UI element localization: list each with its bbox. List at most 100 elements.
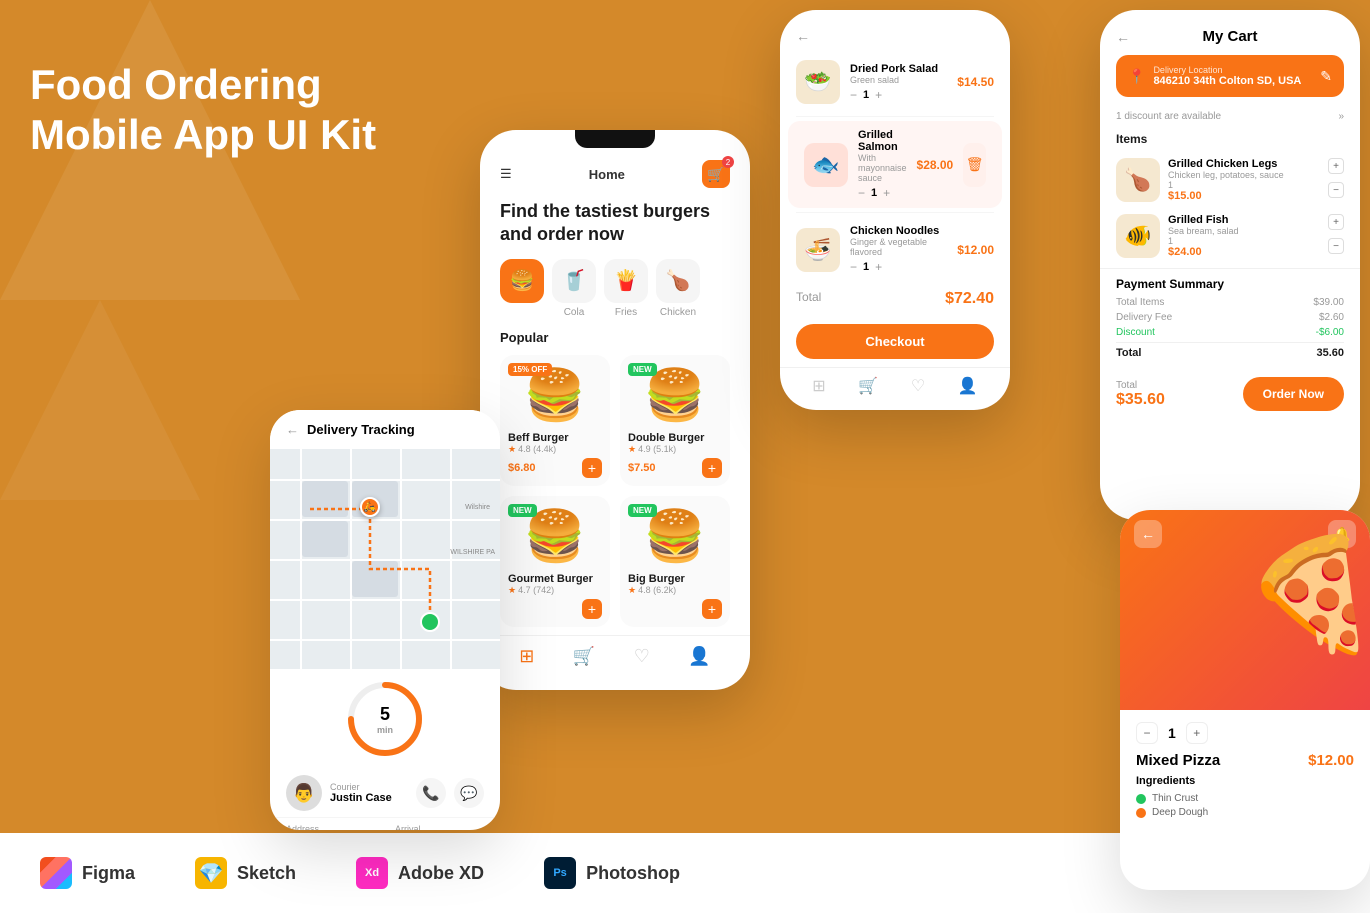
delete-item-2[interactable]: 🗑 <box>963 143 986 187</box>
minus-btn-1[interactable]: − <box>1328 182 1344 198</box>
cat-burgers[interactable]: 🍔 Burgers <box>500 259 544 318</box>
cart-nav-profile[interactable]: 👤 <box>958 376 978 396</box>
cola-icon-wrap: 🥤 <box>552 259 596 303</box>
minus-btn-2[interactable]: − <box>1328 238 1344 254</box>
ingredient-thin-crust: Thin Crust <box>1136 793 1354 804</box>
food-card-1[interactable]: 15% OFF 🍔 Beff Burger ★ 4.8 (4.4k) $6.80… <box>500 355 610 486</box>
burgers-icon-wrap: 🍔 <box>500 259 544 303</box>
hero-title: Food OrderingMobile App UI Kit <box>30 60 376 161</box>
checkout-button[interactable]: Checkout <box>796 324 994 359</box>
qty-minus-3[interactable]: − <box>850 260 857 274</box>
discount-row[interactable]: 1 discount are available » <box>1100 105 1360 128</box>
qty-minus-1[interactable]: − <box>850 88 857 102</box>
call-button[interactable]: 📞 <box>416 778 446 808</box>
address-row: Address 54 Crestwood, MD Arrival 01:30 P… <box>270 817 500 830</box>
add-cart-btn-4[interactable]: + <box>702 599 722 619</box>
pizza-plus-btn[interactable]: + <box>1186 722 1208 744</box>
delivery-fee-label: Delivery Fee <box>1116 312 1172 323</box>
timer-number: 5 <box>380 704 390 725</box>
cat-cola[interactable]: 🥤 Cola <box>552 259 596 318</box>
my-cart-back-arrow[interactable]: ← <box>1116 29 1130 45</box>
qty-plus-3[interactable]: + <box>875 260 882 274</box>
nav-profile-icon[interactable]: 👤 <box>688 646 710 667</box>
order-total-label: Total <box>1116 380 1165 391</box>
cart-total-row: Total $72.40 <box>780 282 1010 316</box>
phone-cart: ← 🥗 Dried Pork Salad Green salad − 1 + $… <box>780 10 1010 410</box>
phone-header: ☰ Home 🛒 2 <box>480 156 750 196</box>
discount-fee-value: -$6.00 <box>1316 327 1344 338</box>
cart-nav-cart[interactable]: 🛒 <box>858 376 878 396</box>
delivery-pin: 🛵 <box>360 497 380 517</box>
burgers-label: Burgers <box>504 307 539 318</box>
add-cart-btn-3[interactable]: + <box>582 599 602 619</box>
food-badge-3: NEW <box>508 504 537 517</box>
category-row: 🍔 Burgers 🥤 Cola 🍟 Fries 🍗 Chicken <box>480 259 750 330</box>
plus-btn-1[interactable]: + <box>1328 158 1344 174</box>
delivery-address: 846210 34th Colton SD, USA <box>1153 75 1312 87</box>
pizza-image: 🍕 <box>1243 530 1370 659</box>
food-price-row-2: $7.50 + <box>628 458 722 478</box>
delivery-edit-icon[interactable]: ✎ <box>1320 68 1332 85</box>
my-cart-sub-1: Chicken leg, potatoes, sauce <box>1168 170 1320 180</box>
ing-name-1: Thin Crust <box>1152 793 1198 804</box>
delivery-location-icon: 📍 <box>1128 68 1145 85</box>
menu-icon[interactable]: ☰ <box>500 166 512 182</box>
qty-plus-1[interactable]: + <box>875 88 882 102</box>
cart-item-name-1: Dried Pork Salad <box>850 63 947 75</box>
order-total-price: $35.60 <box>1116 391 1165 409</box>
cart-item-price-1: $14.50 <box>957 75 994 89</box>
pizza-price: $12.00 <box>1308 752 1354 769</box>
cart-item-sub-1: Green salad <box>850 75 947 85</box>
pizza-minus-btn[interactable]: − <box>1136 722 1158 744</box>
my-cart-actions-2: + − <box>1328 214 1344 254</box>
food-card-3[interactable]: NEW 🍔 Gourmet Burger ★ 4.7 (742) + <box>500 496 610 627</box>
nav-cart-icon[interactable]: 🛒 <box>573 646 595 667</box>
cart-item-sub-3: Ginger & vegetable flavored <box>850 237 947 257</box>
phone-delivery-tracking: ← Delivery Tracking Wilshire WILSHIRE PA <box>270 410 500 830</box>
cart-button[interactable]: 🛒 2 <box>702 160 730 188</box>
delivery-label: Delivery Location <box>1153 65 1312 75</box>
cart-back-arrow[interactable]: ← <box>796 28 810 44</box>
divider-1 <box>796 116 994 117</box>
payment-total-items-row: Total Items $39.00 <box>1116 297 1344 308</box>
cat-chicken[interactable]: 🍗 Chicken <box>656 259 700 318</box>
add-cart-btn-1[interactable]: + <box>582 458 602 478</box>
order-now-button[interactable]: Order Now <box>1243 377 1344 411</box>
qty-plus-2[interactable]: + <box>883 186 890 200</box>
nav-heart-icon[interactable]: ♡ <box>634 646 650 667</box>
payment-total-value: 35.60 <box>1316 347 1344 359</box>
chat-button[interactable]: 💬 <box>454 778 484 808</box>
cart-badge: 2 <box>722 156 734 168</box>
payment-delivery-row: Delivery Fee $2.60 <box>1116 312 1344 323</box>
arrival-label: Arrival <box>395 824 484 830</box>
food-rating-1: ★ 4.8 (4.4k) <box>508 444 602 455</box>
nav-home-icon[interactable]: ⊞ <box>519 646 534 667</box>
cart-header: ← <box>780 20 1010 52</box>
cart-nav-grid[interactable]: ⊞ <box>812 376 825 396</box>
figma-label: Figma <box>82 863 135 884</box>
qty-minus-2[interactable]: − <box>858 186 865 200</box>
pizza-hero: ← 🔔 🍕 <box>1120 510 1370 710</box>
pizza-back-button[interactable]: ← <box>1134 520 1162 548</box>
timer-unit: min <box>377 725 393 735</box>
food-card-4[interactable]: NEW 🍔 Big Burger ★ 4.8 (6.2k) + <box>620 496 730 627</box>
food-name-3: Gourmet Burger <box>508 573 602 585</box>
delivery-banner[interactable]: 📍 Delivery Location 846210 34th Colton S… <box>1116 55 1344 97</box>
food-card-2[interactable]: NEW 🍔 Double Burger ★ 4.9 (5.1k) $7.50 + <box>620 355 730 486</box>
food-name-2: Double Burger <box>628 432 722 444</box>
cart-item-price-3: $12.00 <box>957 243 994 257</box>
courier-avatar: 👨 <box>286 775 322 811</box>
items-section-label: Items <box>1100 128 1360 152</box>
add-cart-btn-2[interactable]: + <box>702 458 722 478</box>
courier-label: Courier <box>330 782 408 792</box>
track-back-arrow[interactable]: ← <box>286 422 299 437</box>
my-cart-img-1: 🍗 <box>1116 158 1160 202</box>
food-price-2: $7.50 <box>628 462 656 474</box>
discount-fee-label: Discount <box>1116 327 1155 338</box>
plus-btn-2[interactable]: + <box>1328 214 1344 230</box>
pizza-detail: − 1 + Mixed Pizza $12.00 Ingredients Thi… <box>1120 710 1370 833</box>
cat-fries[interactable]: 🍟 Fries <box>604 259 648 318</box>
cart-nav-heart[interactable]: ♡ <box>911 376 925 396</box>
fries-label: Fries <box>615 307 637 318</box>
cart-item-name-2: Grilled Salmon <box>858 129 907 153</box>
